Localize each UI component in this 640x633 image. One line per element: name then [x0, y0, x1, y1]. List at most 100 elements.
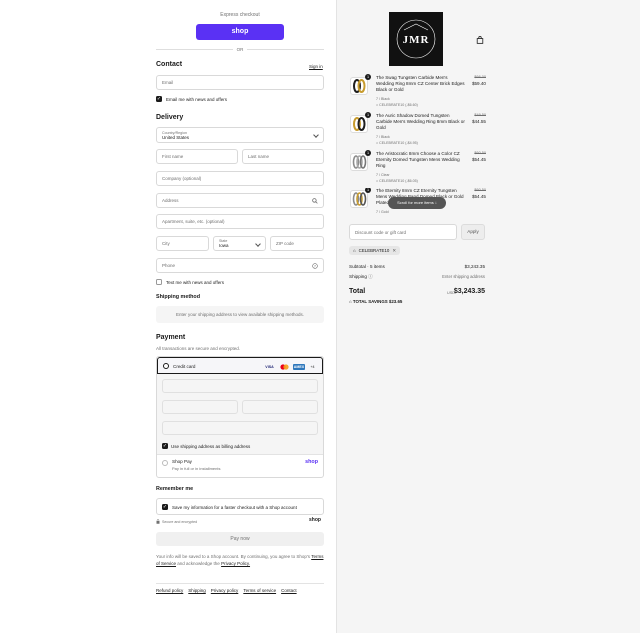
chevron-down-icon	[255, 241, 261, 247]
shop-logo: shop	[309, 517, 321, 523]
info-icon[interactable]: ⓘ	[368, 274, 373, 279]
more-cards-badge: +4	[310, 365, 315, 369]
shop-pay-express-button[interactable]: shop	[196, 24, 284, 40]
address-input[interactable]: Address	[156, 193, 324, 208]
shop-pay-radio[interactable]	[162, 460, 168, 466]
credit-card-radio[interactable]	[163, 363, 169, 369]
text-news-label: Text me with news and offers	[166, 279, 224, 285]
product-variant: 7 / Gold	[376, 210, 389, 214]
product-variant: 7 / Black	[376, 135, 390, 139]
pay-now-button[interactable]: Pay now	[156, 532, 324, 546]
sign-in-link[interactable]: Sign in	[309, 64, 323, 69]
help-icon[interactable]: ?	[312, 263, 318, 269]
sale-price: $44.55	[471, 119, 486, 124]
privacy-policy-link[interactable]: Privacy Policy.	[221, 561, 250, 566]
address-placeholder: Address	[162, 198, 179, 203]
ring-image	[352, 192, 367, 206]
email-news-checkbox[interactable]: ✓	[156, 96, 162, 102]
credit-card-option[interactable]: Credit card VISA AMEX +4	[157, 357, 323, 374]
total-savings-row: ⌂ TOTAL SAVINGS $23.65	[349, 299, 485, 304]
sale-price: $54.45	[471, 194, 486, 199]
product-thumbnail	[350, 153, 368, 171]
remember-me-heading: Remember me	[156, 486, 194, 492]
save-info-row[interactable]: ✓ Save my information for a faster check…	[156, 498, 324, 515]
applied-discount-chip: ⌂ CELEBRATE10 ✕	[349, 246, 401, 255]
delivery-heading: Delivery	[156, 114, 184, 121]
applied-discount-code: CELEBRATE10	[358, 248, 390, 253]
country-select[interactable]: Country/Region United States	[156, 127, 324, 143]
secure-label: Secure and encrypted	[162, 519, 198, 524]
email-news-label: Email me with news and offers	[166, 96, 227, 102]
quantity-badge: 1	[365, 74, 371, 80]
expiration-input[interactable]	[162, 400, 238, 414]
ring-image	[353, 117, 366, 131]
cart-line-item: 1 The Auric Shadow Domed Tungsten Carbid…	[350, 112, 486, 147]
billing-same-checkbox[interactable]: ✓	[162, 443, 168, 449]
discount-code-input[interactable]: Discount code or gift card	[349, 224, 457, 240]
svg-text:?: ?	[314, 264, 316, 268]
product-name: The Aristocratic 8mm Choose a Color CZ E…	[376, 151, 460, 168]
shop-pay-option[interactable]: Shop Pay Pay in full or in installments …	[157, 454, 323, 477]
store-logo-initials: JMR	[402, 34, 430, 46]
lock-icon	[156, 519, 160, 524]
apartment-input[interactable]: Apartment, suite, etc. (optional)	[156, 214, 324, 229]
country-value: United States	[162, 134, 190, 140]
first-name-input[interactable]: First name	[156, 149, 238, 164]
product-discount: ⌂ CELEBRATE10 (-$6.05)	[376, 179, 418, 183]
save-info-checkbox[interactable]: ✓	[162, 504, 168, 510]
footer-terms-link[interactable]: Terms of service	[243, 588, 276, 593]
shop-pay-subtitle: Pay in full or in installments	[172, 466, 221, 471]
shopping-bag-icon[interactable]	[476, 36, 484, 44]
product-discount-text: CELEBRATE10 (-$6.60)	[379, 102, 418, 107]
shipping-label: Shipping	[349, 274, 367, 279]
product-thumbnail	[350, 115, 368, 133]
phone-placeholder: Phone	[162, 263, 176, 268]
name-on-card-input[interactable]	[162, 421, 318, 435]
footer-refund-link[interactable]: Refund policy	[156, 588, 183, 593]
city-input[interactable]: City	[156, 236, 209, 251]
legal-line: Your info will be saved to a Shop accoun…	[156, 554, 311, 559]
product-thumbnail	[350, 77, 368, 95]
payment-heading: Payment	[156, 334, 186, 341]
store-logo[interactable]: JMR	[389, 12, 443, 66]
email-input[interactable]: Email	[156, 75, 324, 90]
search-icon	[312, 198, 318, 204]
payment-options: Credit card VISA AMEX +4 ✓ Use shipping …	[156, 356, 324, 478]
or-divider: OR	[156, 45, 324, 53]
product-variant: 7 / Clear	[376, 173, 390, 177]
close-icon[interactable]: ✕	[392, 246, 396, 255]
original-price: $60.50	[474, 151, 486, 155]
company-input[interactable]: Company (optional)	[156, 171, 324, 186]
cart-line-item: 1 The Aristocratic 8mm Choose a Color CZ…	[350, 150, 486, 185]
state-select[interactable]: State Iowa	[213, 236, 266, 251]
phone-input[interactable]: Phone ?	[156, 258, 324, 273]
card-number-input[interactable]	[162, 379, 318, 393]
product-discount-text: CELEBRATE10 (-$4.95)	[379, 140, 418, 145]
shipping-method-notice: Enter your shipping address to view avai…	[156, 306, 324, 323]
footer-privacy-link[interactable]: Privacy policy	[211, 588, 239, 593]
footer-contact-link[interactable]: Contact	[281, 588, 297, 593]
security-code-input[interactable]	[242, 400, 318, 414]
product-variant: 7 / Black	[376, 97, 390, 101]
footer-shipping-link[interactable]: Shipping	[188, 588, 206, 593]
scroll-for-more-tooltip[interactable]: Scroll for more items ↓	[388, 197, 446, 209]
shipping-method-heading: Shipping method	[156, 294, 201, 300]
sale-price: $59.40	[471, 81, 486, 86]
apply-discount-button[interactable]: Apply	[461, 224, 485, 240]
payment-subtitle: All transactions are secure and encrypte…	[156, 346, 241, 351]
original-price: $66.00	[474, 75, 486, 79]
express-checkout-title: Express checkout	[220, 12, 260, 18]
chevron-down-icon	[313, 132, 319, 138]
quantity-badge: 1	[365, 150, 371, 156]
text-news-checkbox[interactable]	[156, 279, 162, 285]
checkout-form-pane: Express checkout shop OR Contact Sign in…	[0, 0, 336, 633]
quantity-badge: 1	[365, 112, 371, 118]
credit-card-label: Credit card	[173, 363, 196, 369]
product-name: The Swag Tungsten Carbide Men's Wedding …	[376, 75, 465, 92]
billing-same-label: Use shipping address as billing address	[171, 443, 251, 449]
last-name-input[interactable]: Last name	[242, 149, 324, 164]
sale-price: $54.45	[471, 157, 486, 162]
divider-line	[247, 48, 324, 50]
zip-input[interactable]: ZIP code	[270, 236, 324, 251]
original-price: $49.50	[474, 113, 486, 117]
